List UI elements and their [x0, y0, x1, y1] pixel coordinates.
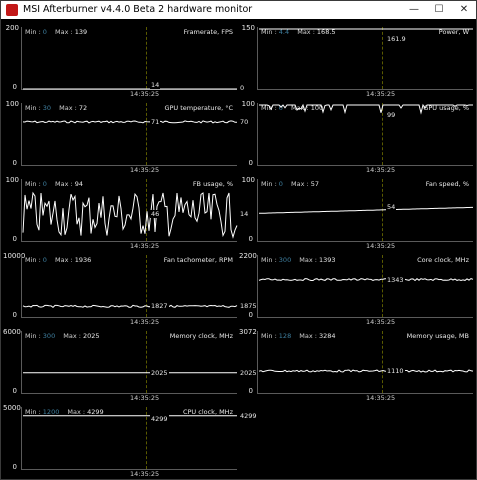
graph-plot	[22, 120, 237, 124]
axis-top-label: 150	[241, 24, 255, 32]
minimize-button[interactable]: —	[402, 1, 426, 19]
axis-top-label: 200	[5, 24, 19, 32]
graphs-area[interactable]: 200 0 Min :0 Max :139 Framerate, FPS 14 0 14:3…	[1, 19, 476, 479]
cursor-value: 46	[150, 209, 161, 218]
axis-bottom-label: 0	[12, 235, 17, 243]
graph-series-line	[259, 206, 473, 214]
axis-bottom-label: 0	[12, 311, 17, 319]
graph-plot	[259, 103, 473, 115]
graph-panel[interactable]: Min :0 Max :94 FB usage, % 46 14 14:35:25	[21, 179, 248, 250]
axis-bottom-label: 0	[12, 463, 17, 471]
axis-top-label: 100	[241, 176, 255, 184]
graph-plot	[22, 304, 238, 308]
timestamp-label: 14:35:25	[366, 318, 396, 326]
graph-plot	[23, 372, 237, 374]
hardware-monitor-window: MSI Afterburner v4.4.0 Beta 2 hardware m…	[0, 0, 477, 480]
graph-plot	[258, 278, 474, 282]
graph-panel[interactable]: Min :128 Max :3284Memory usage, MB111011…	[257, 331, 474, 402]
cursor-value: 14	[150, 81, 161, 89]
cursor-value: 1343	[386, 275, 405, 284]
cursor-value: 99	[386, 111, 397, 119]
axis-top-label: 5000	[3, 404, 21, 412]
timestamp-label: 14:35:25	[130, 394, 160, 402]
cursor-value: 1827	[150, 302, 169, 311]
current-value: 14	[240, 209, 249, 218]
graph-panel[interactable]: Min :0 Max :139 Framerate, FPS 14 0 14:35:25	[21, 27, 244, 98]
axis-top-label: 6000	[3, 328, 21, 336]
axis-top-label: 100	[241, 100, 255, 108]
timestamp-label: 14:35:25	[130, 166, 160, 174]
maximize-button[interactable]: ☐	[427, 1, 451, 19]
graph-plot	[22, 191, 238, 239]
timestamp-label: 14:35:25	[366, 166, 396, 174]
afterburner-logo-icon	[6, 4, 18, 16]
graph-plot	[23, 415, 237, 417]
axis-bottom-label: 0	[248, 235, 253, 243]
axis-bottom-label: 0	[12, 159, 17, 167]
axis-bottom-label: 0	[12, 387, 17, 395]
graph-plot	[23, 88, 237, 90]
graph-series-line	[258, 278, 474, 282]
graph-panel[interactable]: Min :1200 Max :4299 CPU clock, MHz 4299 429…	[21, 407, 257, 478]
current-value: 1875	[240, 302, 257, 311]
timestamp-label: 14:35:25	[366, 90, 396, 98]
window-title: MSI Afterburner v4.4.0 Beta 2 hardware m…	[23, 4, 253, 15]
title-bar[interactable]: MSI Afterburner v4.4.0 Beta 2 hardware m…	[1, 1, 476, 19]
timestamp-label: 14:35:25	[366, 242, 396, 250]
cursor-value: 161.9	[386, 35, 407, 43]
axis-bottom-label: 0	[248, 311, 253, 319]
graph-series-line	[22, 120, 237, 124]
graph-panel[interactable]: Min :300 Max :2025 Memory clock, MHz 2025 2…	[21, 331, 257, 402]
graph-panel[interactable]: Min :0 Max :57Fan speed, %545614:35:25	[257, 179, 473, 250]
axis-top-label: 100	[5, 100, 19, 108]
axis-top-label: 100	[5, 176, 19, 184]
axis-top-label: 2200	[239, 252, 257, 260]
graph-panel[interactable]: Min :300 Max :1393Core clock, MHz1343132…	[257, 255, 474, 326]
graph-panel[interactable]: Min :4.4 Max :168.5Power, W161.9162.614:…	[257, 27, 473, 98]
graph-plot	[259, 206, 473, 214]
graph-series-line	[259, 103, 473, 115]
axis-bottom-label: 0	[248, 159, 253, 167]
current-value: 2025	[240, 368, 257, 377]
current-value: 70	[240, 117, 249, 126]
timestamp-label: 14:35:25	[130, 470, 160, 478]
timestamp-label: 14:35:25	[130, 90, 160, 98]
cursor-value: 71	[150, 117, 161, 126]
timestamp-label: 14:35:25	[366, 394, 396, 402]
graph-panel[interactable]: Min :30 Max :72 GPU temperature, °C 71 70 14…	[21, 103, 248, 174]
timestamp-label: 14:35:25	[130, 318, 160, 326]
graph-plot	[258, 369, 474, 373]
graph-series-line	[258, 369, 474, 373]
cursor-value: 2025	[150, 368, 169, 377]
graph-series-line	[22, 304, 238, 308]
graph-series-line	[22, 191, 238, 239]
close-button[interactable]: ✕	[452, 1, 476, 19]
graph-panel[interactable]: Min :0 Max :100GPU usage, %999914:35:25	[257, 103, 473, 174]
current-value: 4299	[240, 411, 257, 420]
axis-top-label: 10000	[3, 252, 26, 260]
axis-bottom-label: 0	[248, 387, 253, 395]
graph-panel[interactable]: Min :0 Max :1936 Fan tachometer, RPM 1827 1…	[21, 255, 257, 326]
axis-bottom-label: 0	[12, 83, 17, 91]
timestamp-label: 14:35:25	[130, 242, 160, 250]
cursor-value: 4299	[150, 415, 169, 423]
graph-plot	[259, 28, 473, 30]
cursor-value: 1110	[386, 367, 405, 375]
axis-top-label: 3072	[239, 328, 257, 336]
current-value: 0	[240, 84, 245, 92]
cursor-value: 54	[386, 203, 397, 212]
